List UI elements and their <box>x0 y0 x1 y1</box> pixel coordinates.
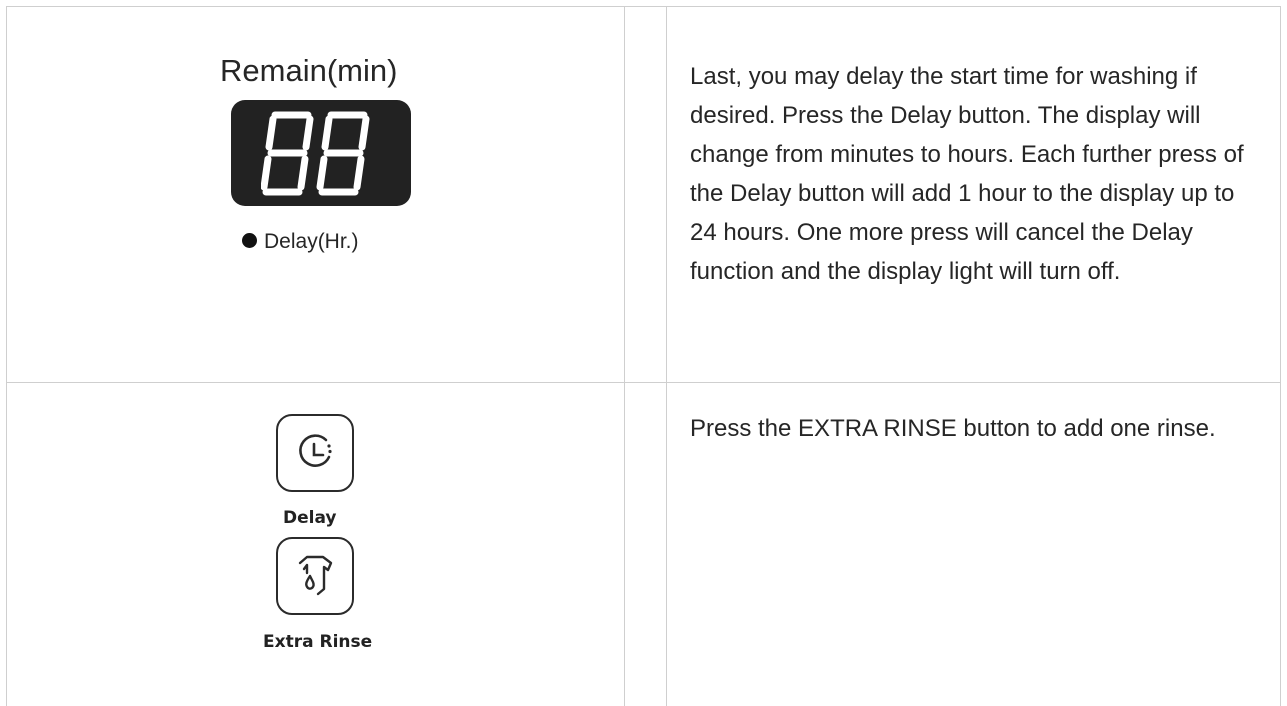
seven-segment-digits <box>261 111 370 196</box>
delay-instructions-text: Last, you may delay the start time for w… <box>690 63 1244 285</box>
delay-button[interactable] <box>276 414 354 492</box>
extra-rinse-button[interactable] <box>276 537 354 615</box>
table-column-divider <box>624 6 625 706</box>
buttons-image-cell: Delay Extra Rinse <box>6 383 624 706</box>
table-spacer-divider <box>666 6 667 706</box>
delay-hours-indicator: Delay(Hr.) <box>242 230 359 254</box>
delay-button-label: Delay <box>283 508 337 528</box>
extra-rinse-instructions-text: Press the EXTRA RINSE button to add one … <box>690 415 1216 442</box>
indicator-light-icon <box>242 233 257 248</box>
clock-icon <box>299 434 332 467</box>
delay-hours-label: Delay(Hr.) <box>264 230 359 253</box>
extra-rinse-icon <box>298 555 333 596</box>
table-right-border <box>1280 6 1281 706</box>
extra-rinse-button-label: Extra Rinse <box>263 632 373 652</box>
display-image-cell: Remain(min) Delay(Hr.) <box>6 6 624 382</box>
remain-time-label: Remain(min) <box>220 53 398 88</box>
segment-display: 88 <box>231 100 411 206</box>
instruction-table: Remain(min) Delay(Hr.) Last, you may del… <box>6 6 1281 706</box>
